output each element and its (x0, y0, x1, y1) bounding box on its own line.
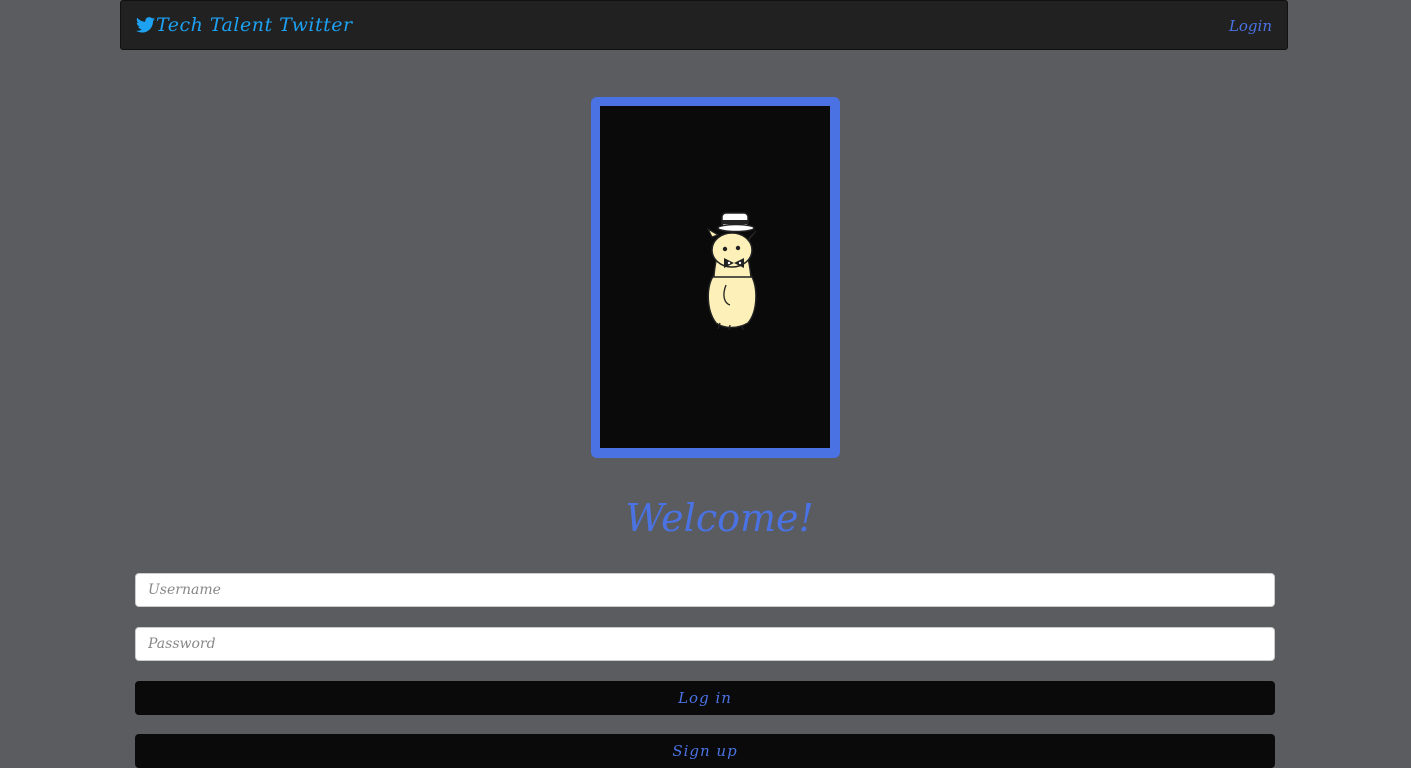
alpaca-mascot-icon (706, 212, 757, 330)
brand-link[interactable]: Tech Talent Twitter (136, 14, 353, 36)
hero-image (600, 106, 830, 448)
twitter-bird-icon (136, 17, 155, 33)
signup-button[interactable]: Sign up (135, 734, 1275, 768)
username-input[interactable] (135, 573, 1275, 607)
nav-login-link[interactable]: Login (1229, 17, 1272, 35)
password-input[interactable] (135, 627, 1275, 661)
login-button[interactable]: Log in (135, 681, 1275, 715)
hero-image-frame (591, 97, 840, 458)
brand-name: Tech Talent Twitter (156, 14, 353, 36)
navbar: Tech Talent Twitter Login (120, 0, 1288, 50)
welcome-heading: Welcome! (625, 496, 814, 540)
